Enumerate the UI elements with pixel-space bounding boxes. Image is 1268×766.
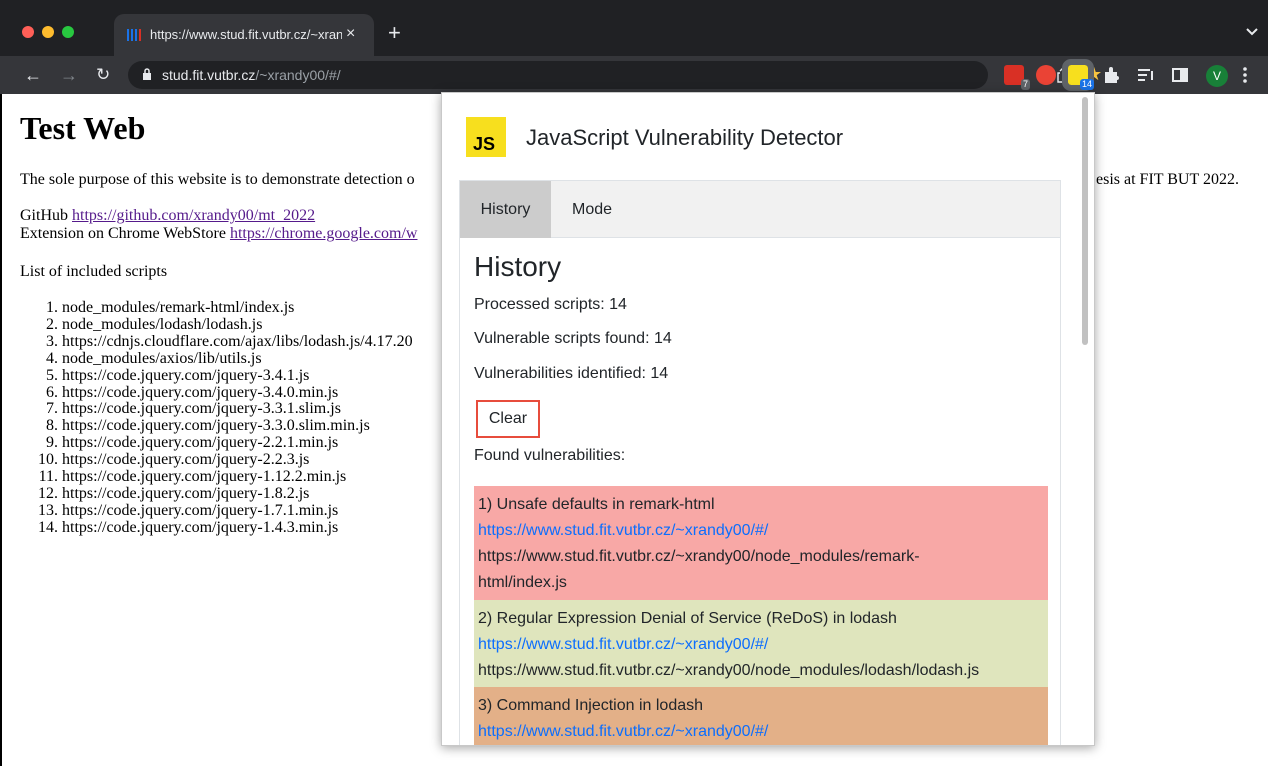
list-item: 10. https://code.jquery.com/jquery-2.2.3.… <box>38 451 310 469</box>
extensions-puzzle-icon[interactable] <box>1102 65 1122 85</box>
list-item: 6. https://code.jquery.com/jquery-3.4.0.m… <box>46 383 339 401</box>
history-card: History Mode History Processed scripts: … <box>459 180 1061 745</box>
profile-avatar[interactable]: V <box>1206 65 1228 87</box>
popup-title: JavaScript Vulnerability Detector <box>526 125 844 150</box>
url-host: stud.fit.vutbr.cz <box>162 67 256 83</box>
side-panel-icon[interactable] <box>1170 65 1190 85</box>
vulnerable-scripts: Vulnerable scripts found: 14 <box>474 330 672 347</box>
back-icon[interactable]: ← <box>24 65 42 85</box>
store-link[interactable]: https://chrome.google.com/w <box>230 225 418 242</box>
store-label: Extension on Chrome WebStore <box>20 225 226 242</box>
github-label: GitHub <box>20 207 68 224</box>
vulnerability-title: 1) Unsafe defaults in remark-html <box>478 496 715 513</box>
browser-toolbar: ← → ↻ stud.fit.vutbr.cz/~xrandy00/#/ ★ 7… <box>0 56 1268 94</box>
history-heading: History <box>474 251 562 282</box>
vulnerability-item: 2) Regular Expression Denial of Service … <box>474 600 1048 687</box>
clear-button[interactable]: Clear <box>476 400 540 438</box>
page-title: Test Web <box>20 110 146 146</box>
found-vulnerabilities-label: Found vulnerabilities: <box>474 447 626 464</box>
vulnerability-title: 2) Regular Expression Denial of Service … <box>478 610 897 627</box>
github-link[interactable]: https://github.com/xrandy00/mt_2022 <box>72 207 315 224</box>
browser-tab-strip: https://www.stud.fit.vutbr.cz/~xrandy00/… <box>0 0 1268 56</box>
extension-badge: 7 <box>1020 79 1030 90</box>
tab-title: https://www.stud.fit.vutbr.cz/~xrandy00/… <box>150 27 342 42</box>
js-logo-icon: JS <box>466 117 506 157</box>
list-item: 3. https://cdnjs.cloudflare.com/ajax/libs… <box>46 332 413 350</box>
list-item: 11. https://code.jquery.com/jquery-1.12.2… <box>38 468 347 486</box>
url-text: stud.fit.vutbr.cz/~xrandy00/#/ <box>162 67 341 83</box>
extension-badge: 14 <box>1079 79 1094 90</box>
reading-list-icon[interactable] <box>1136 65 1156 85</box>
scripts-heading: List of included scripts <box>20 263 168 280</box>
lock-icon <box>143 68 151 80</box>
list-item: 9. https://code.jquery.com/jquery-2.2.1.m… <box>46 434 339 452</box>
github-line: GitHub https://github.com/xrandy00/mt_20… <box>20 207 315 225</box>
tab-mode[interactable]: Mode <box>551 181 633 238</box>
new-tab-button[interactable]: + <box>388 22 401 44</box>
list-item: 5. https://code.jquery.com/jquery-3.4.1.j… <box>46 366 310 384</box>
list-item: 12. https://code.jquery.com/jquery-1.8.2.… <box>38 484 310 502</box>
list-item: 14. https://code.jquery.com/jquery-1.4.3.… <box>38 518 339 536</box>
address-bar[interactable]: stud.fit.vutbr.cz/~xrandy00/#/ ★ <box>128 61 1102 89</box>
list-item: 8. https://code.jquery.com/jquery-3.3.0.s… <box>46 417 370 435</box>
extension-popup: JS JavaScript Vulnerability Detector His… <box>441 92 1095 746</box>
list-item: 4. node_modules/axios/lib/utils.js <box>46 349 262 367</box>
chrome-menu-icon[interactable] <box>1242 65 1248 85</box>
vulnerability-page-link[interactable]: https://www.stud.fit.vutbr.cz/~xrandy00/… <box>478 719 1048 745</box>
extension-red-icon[interactable]: 7 <box>1004 65 1030 90</box>
popup-tabs: History Mode <box>460 181 1060 238</box>
vulnerability-script: https://www.stud.fit.vutbr.cz/~xrandy00/… <box>478 662 980 679</box>
store-line: Extension on Chrome WebStore https://chr… <box>20 225 417 243</box>
js-detector-icon[interactable]: 14 <box>1062 59 1094 91</box>
adblock-icon[interactable] <box>1036 65 1056 85</box>
scripts-list: 1. node_modules/remark-html/index.js 2. no… <box>28 299 413 537</box>
vulnerability-script: https://www.stud.fit.vutbr.cz/~xrandy00/… <box>478 548 920 591</box>
close-window-button[interactable] <box>22 26 34 38</box>
window-edge <box>0 94 2 766</box>
intro-text-end: esis at FIT BUT 2022. <box>1096 171 1239 188</box>
tab-search-chevron-icon[interactable] <box>1246 28 1258 36</box>
minimize-window-button[interactable] <box>42 26 54 38</box>
vulnerability-page-link[interactable]: https://www.stud.fit.vutbr.cz/~xrandy00/… <box>478 632 1048 658</box>
vulnerability-title: 3) Command Injection in lodash <box>478 697 704 714</box>
vut-favicon-icon <box>127 29 141 41</box>
vulnerabilities-identified: Vulnerabilities identified: 14 <box>474 365 669 382</box>
js-logo-text: JS <box>473 134 496 154</box>
popup-scrollbar[interactable] <box>1080 95 1090 745</box>
popup-scroll-thumb[interactable] <box>1082 97 1088 345</box>
processed-scripts: Processed scripts: 14 <box>474 296 627 313</box>
list-item: 7. https://code.jquery.com/jquery-3.3.1.s… <box>46 400 341 418</box>
vulnerability-item: 3) Command Injection in lodash https://w… <box>474 687 1048 745</box>
url-path: /~xrandy00/#/ <box>255 67 341 83</box>
list-item: 13. https://code.jquery.com/jquery-1.7.1.… <box>38 501 339 519</box>
tab-history[interactable]: History <box>460 181 551 238</box>
forward-icon[interactable]: → <box>60 65 78 85</box>
reload-icon[interactable]: ↻ <box>96 65 110 85</box>
list-item: 1. node_modules/remark-html/index.js <box>46 299 295 316</box>
maximize-window-button[interactable] <box>62 26 74 38</box>
tab-close-icon[interactable]: × <box>346 25 355 43</box>
vulnerability-item: 1) Unsafe defaults in remark-html https:… <box>474 486 1048 600</box>
browser-tab[interactable]: https://www.stud.fit.vutbr.cz/~xrandy00/… <box>114 14 374 56</box>
vulnerability-page-link[interactable]: https://www.stud.fit.vutbr.cz/~xrandy00/… <box>478 518 1048 544</box>
list-item: 2. node_modules/lodash/lodash.js <box>46 315 263 333</box>
intro-text: The sole purpose of this website is to d… <box>20 171 415 188</box>
